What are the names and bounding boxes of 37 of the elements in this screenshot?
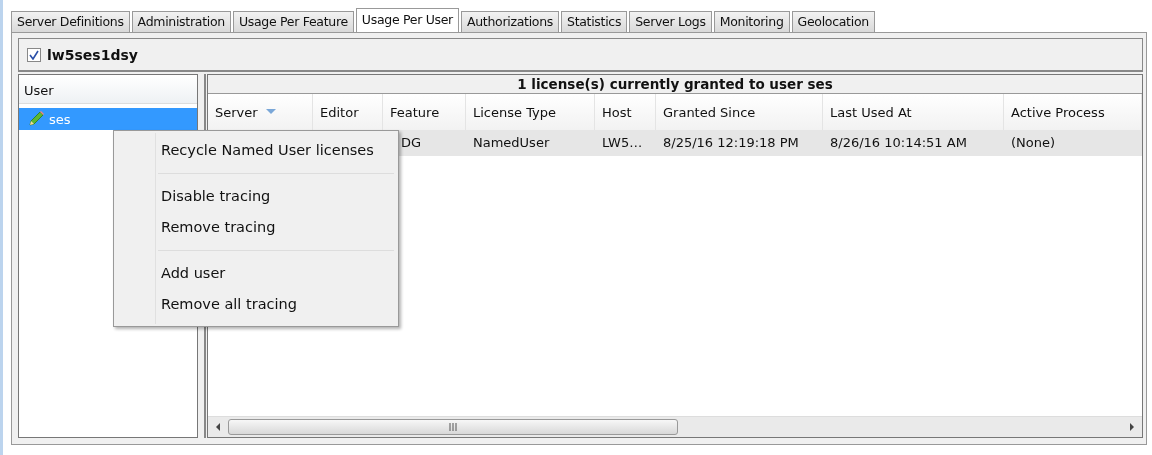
- column-header[interactable]: Last Used At: [823, 94, 1004, 130]
- table-title: 1 license(s) currently granted to user ses: [208, 75, 1142, 94]
- column-header[interactable]: Feature: [383, 94, 466, 130]
- server-name: lw5ses1dsy: [47, 46, 138, 63]
- column-header[interactable]: Host: [595, 94, 656, 130]
- menu-item[interactable]: Add user: [114, 258, 398, 289]
- table-cell: (None): [1004, 130, 1142, 156]
- menu-item[interactable]: Remove tracing: [114, 212, 398, 243]
- table-cell: 8/25/16 12:19:18 PM: [656, 130, 823, 156]
- right-arrow-icon: [1128, 423, 1136, 431]
- checkbox[interactable]: [27, 47, 41, 62]
- column-header[interactable]: License Type: [466, 94, 595, 130]
- scrollbar-thumb[interactable]: [228, 419, 678, 435]
- column-header[interactable]: Editor: [313, 94, 383, 130]
- horizontal-scrollbar[interactable]: [208, 416, 1142, 437]
- grip-icon: [449, 423, 457, 431]
- table-cell: LW5…: [595, 130, 656, 156]
- tab[interactable]: Geolocation: [791, 11, 875, 32]
- tab[interactable]: Administration: [131, 11, 231, 32]
- tab[interactable]: Monitoring: [713, 11, 790, 32]
- tab[interactable]: Usage Per User: [355, 8, 459, 32]
- tab[interactable]: Authorizations: [460, 11, 559, 32]
- tab[interactable]: Server Logs: [629, 11, 712, 32]
- menu-item[interactable]: Remove all tracing: [114, 289, 398, 320]
- pencil-icon: [27, 110, 45, 128]
- menu-item[interactable]: Disable tracing: [114, 181, 398, 212]
- tab[interactable]: Usage Per Feature: [232, 11, 354, 32]
- table-cell: 8/26/16 10:14:51 AM: [823, 130, 1004, 156]
- column-header[interactable]: Server: [208, 94, 313, 130]
- sort-arrow-icon: [265, 109, 276, 115]
- left-arrow-icon: [214, 423, 222, 431]
- column-header[interactable]: Granted Since: [656, 94, 823, 130]
- checkmark-icon: [29, 49, 39, 60]
- tab[interactable]: Server Definitions: [11, 11, 130, 32]
- table-cell: NamedUser: [466, 130, 595, 156]
- tab[interactable]: Statistics: [561, 11, 628, 32]
- column-header[interactable]: Active Process: [1004, 94, 1142, 130]
